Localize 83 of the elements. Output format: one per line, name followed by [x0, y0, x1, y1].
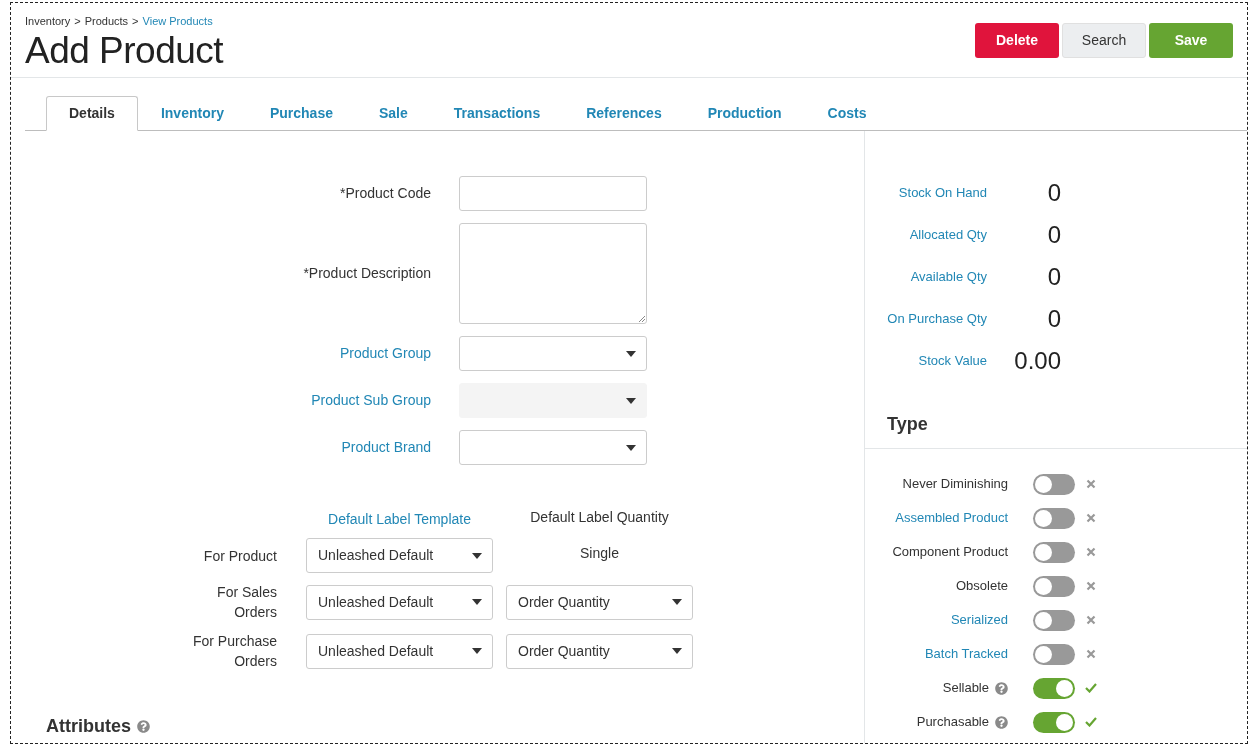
toggle-switch[interactable]	[1033, 677, 1075, 699]
help-icon	[137, 720, 150, 733]
type-label: Obsolete	[955, 577, 1008, 596]
stat-value: 0	[1046, 303, 1061, 334]
tab[interactable]: Production	[684, 96, 805, 131]
field-label: Product Sub Group	[310, 391, 431, 410]
stat-value: 0	[1046, 261, 1061, 292]
resize-grip-icon	[638, 315, 645, 322]
stat-label: Allocated Qty	[908, 225, 987, 244]
tab[interactable]: Transactions	[430, 96, 564, 131]
check-icon	[1085, 717, 1097, 727]
column-heading: Default Label Quantity	[529, 508, 670, 527]
type-label: Assembled Product	[895, 509, 1008, 528]
caret-icon	[472, 599, 482, 605]
tab[interactable]: Purchase	[246, 96, 356, 131]
caret-icon	[626, 350, 636, 357]
close-icon	[1086, 547, 1096, 557]
toggle-switch[interactable]	[1033, 507, 1075, 529]
text-area[interactable]	[459, 223, 647, 324]
select-field[interactable]: Order Quantity	[506, 584, 693, 620]
check-icon	[1085, 683, 1097, 693]
caret-icon	[626, 444, 636, 451]
caret-icon	[672, 648, 682, 654]
type-label: Component Product	[892, 543, 1008, 562]
section-title: Attributes	[46, 715, 131, 738]
caret-icon	[472, 648, 482, 654]
field-label: *Product Description	[302, 264, 431, 283]
page-title: Add Product	[25, 29, 224, 72]
caret-icon	[626, 397, 636, 404]
quantity-text: Single	[579, 544, 620, 563]
row-label: For Purchase Orders	[191, 632, 277, 671]
toggle-switch[interactable]	[1033, 541, 1075, 563]
close-icon	[1086, 615, 1096, 625]
stat-value: 0.00	[1013, 345, 1061, 376]
section-title: Type	[887, 414, 928, 434]
field-label: *Product Code	[338, 184, 431, 203]
tab[interactable]: Sale	[356, 96, 431, 131]
row-label: For Sales Orders	[216, 583, 277, 622]
stat-value: 0	[1046, 177, 1061, 208]
select-field[interactable]	[459, 430, 647, 465]
stat-label: Available Qty	[909, 267, 987, 286]
toggle-switch[interactable]	[1033, 473, 1075, 495]
close-icon	[1086, 513, 1096, 523]
tab[interactable]: References	[563, 96, 685, 131]
type-label: Purchasable	[916, 713, 989, 732]
breadcrumb-link[interactable]: Inventory	[25, 13, 71, 30]
caret-icon	[472, 552, 482, 559]
action-button[interactable]: Save	[1149, 23, 1233, 58]
close-icon	[1086, 581, 1096, 591]
column-heading: Default Label Template	[327, 510, 472, 529]
stat-label: Stock On Hand	[897, 183, 987, 202]
type-label: Serialized	[950, 611, 1008, 630]
toggle-switch[interactable]	[1033, 609, 1075, 631]
field-label: Product Group	[338, 344, 431, 363]
breadcrumb-separator: >	[74, 14, 81, 29]
input-field[interactable]	[459, 176, 647, 211]
action-button[interactable]: Search	[1062, 23, 1146, 58]
toggle-switch[interactable]	[1033, 711, 1075, 733]
select-field[interactable]: Unleashed Default	[306, 538, 493, 573]
stat-value: 0	[1046, 219, 1061, 250]
select-field[interactable]: Order Quantity	[506, 633, 693, 669]
breadcrumb-link[interactable]: View Products	[142, 13, 213, 30]
select-field[interactable]: Unleashed Default	[306, 633, 493, 669]
stat-label: Stock Value	[917, 351, 987, 370]
action-button[interactable]: Delete	[975, 23, 1059, 58]
row-label: For Product	[202, 546, 277, 566]
toggle-switch[interactable]	[1033, 643, 1075, 665]
toggle-switch[interactable]	[1033, 575, 1075, 597]
select-field[interactable]: Unleashed Default	[306, 584, 493, 620]
type-label: Never Diminishing	[902, 475, 1008, 494]
type-label: Batch Tracked	[924, 645, 1008, 664]
close-icon	[1086, 479, 1096, 489]
type-label: Sellable	[942, 679, 989, 698]
tab[interactable]: Inventory	[137, 96, 247, 131]
tab[interactable]: Costs	[804, 96, 890, 131]
breadcrumb-link[interactable]: Products	[84, 13, 129, 30]
close-icon	[1086, 649, 1096, 659]
caret-icon	[672, 599, 682, 605]
field-label: Product Brand	[340, 438, 431, 457]
tab[interactable]: Details	[46, 96, 138, 131]
select-field[interactable]	[459, 336, 647, 371]
stat-label: On Purchase Qty	[886, 309, 987, 328]
breadcrumb-separator: >	[132, 14, 139, 29]
